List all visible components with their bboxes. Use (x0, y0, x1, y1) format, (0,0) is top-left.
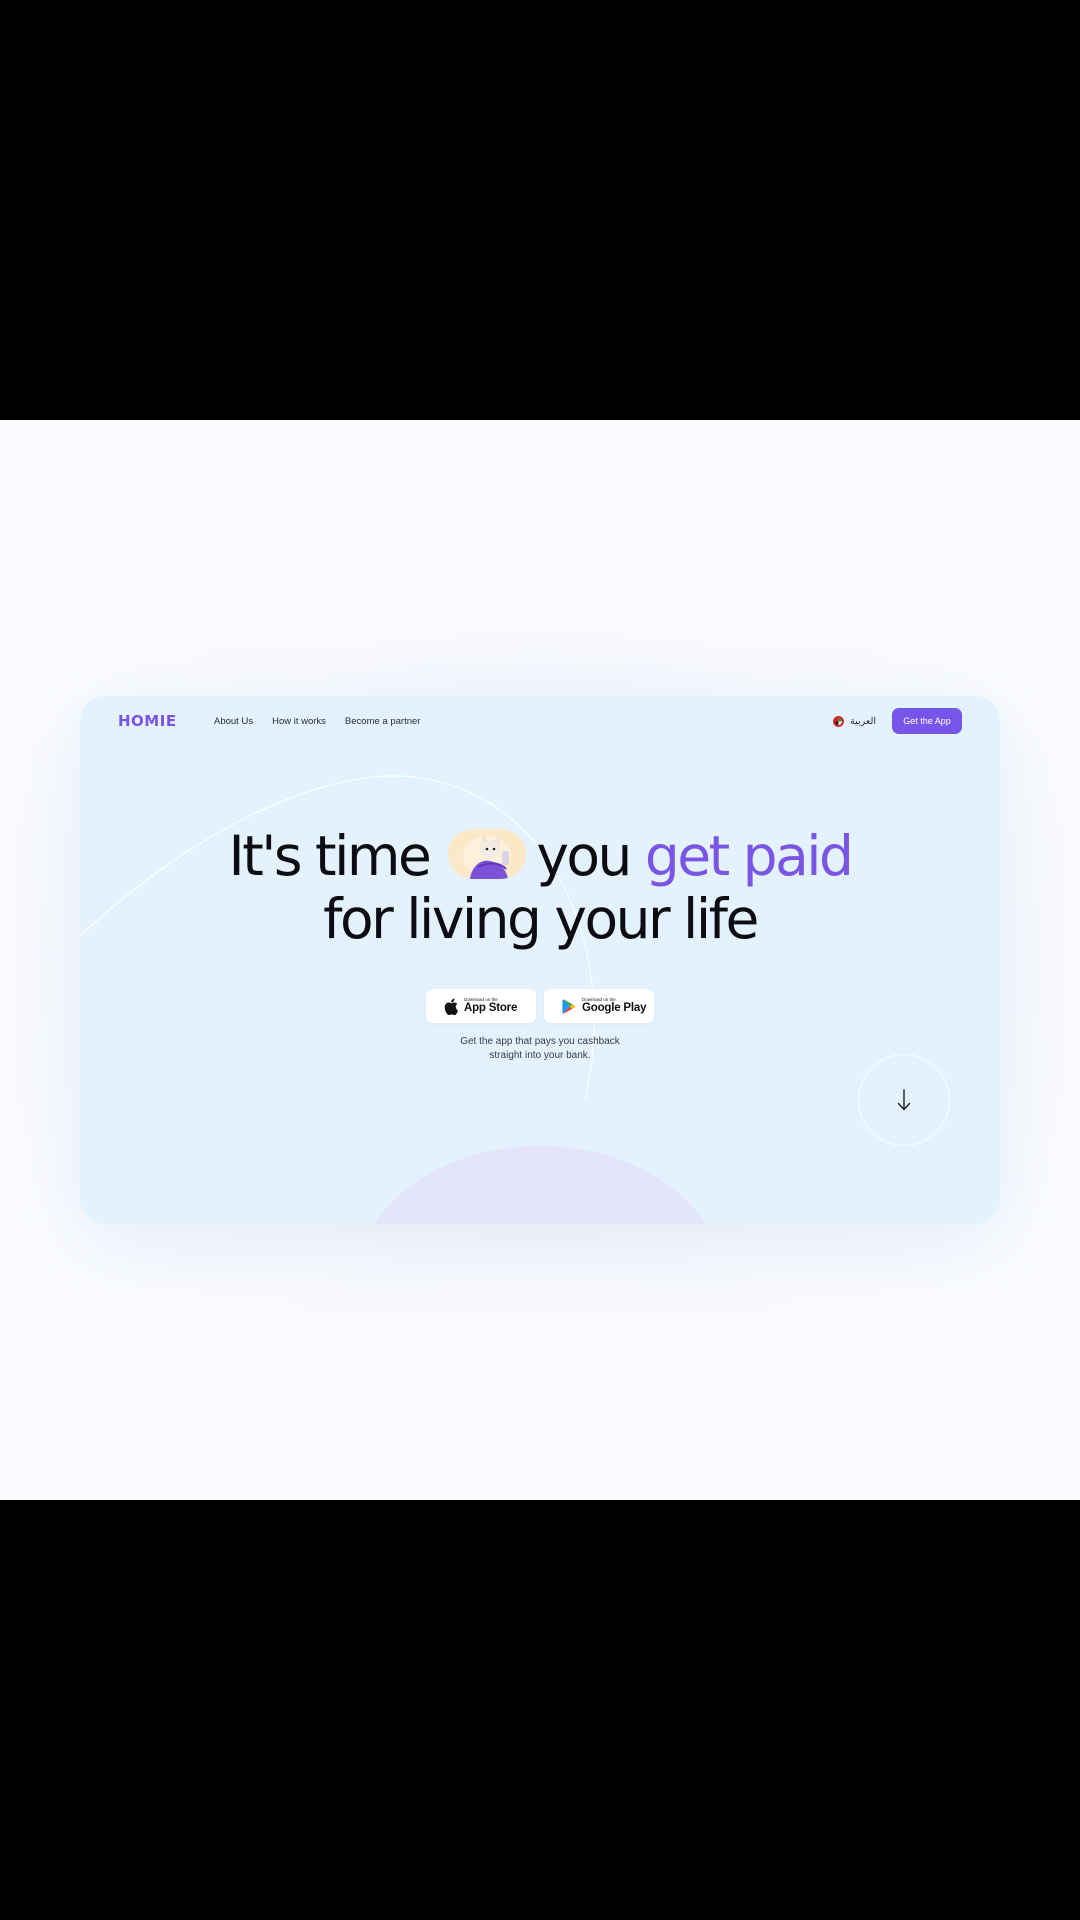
nav-link-become-partner[interactable]: Become a partner (345, 716, 421, 727)
language-label: العربية (850, 715, 876, 727)
store-buttons: Download on the App Store Download on th… (80, 989, 1000, 1023)
headline-text-its-time: It's time (228, 824, 432, 888)
scroll-down-button[interactable] (858, 1054, 950, 1146)
language-switcher[interactable]: العربية (833, 708, 876, 734)
google-play-label: Google Play (582, 1002, 647, 1014)
page-background: HOMIE About Us How it works Become a par… (0, 420, 1080, 1500)
headline-accent-get-paid: get paid (644, 824, 854, 888)
decorative-arc (360, 1146, 720, 1224)
decorative-lines (80, 775, 595, 1101)
tagline: Get the app that pays you cashback strai… (80, 1035, 1000, 1063)
apple-icon (444, 998, 458, 1015)
hero-card: HOMIE About Us How it works Become a par… (80, 696, 1000, 1224)
letterbox-top (0, 0, 1080, 420)
letterbox-bottom (0, 1500, 1080, 1920)
app-store-label: App Store (464, 1002, 518, 1014)
mascot-illustration (448, 829, 527, 879)
uae-flag-icon (833, 715, 845, 727)
tagline-line-2: straight into your bank. (489, 1050, 591, 1061)
google-play-button[interactable]: Download on the Google Play (544, 989, 654, 1023)
top-nav: HOMIE About Us How it works Become a par… (118, 708, 962, 734)
google-play-icon (562, 998, 576, 1014)
nav-link-how-it-works[interactable]: How it works (272, 716, 326, 727)
nav-links: About Us How it works Become a partner (214, 708, 420, 734)
homie-logo[interactable]: HOMIE (118, 708, 177, 734)
headline-line-1: It's time you get paid (80, 826, 1000, 886)
arrow-down-icon (897, 1089, 911, 1111)
app-store-button[interactable]: Download on the App Store (426, 989, 536, 1023)
headline-text-you: you (536, 824, 632, 888)
headline-line-2: for living your life (323, 887, 759, 951)
tagline-line-1: Get the app that pays you cashback (460, 1036, 620, 1047)
nav-link-about-us[interactable]: About Us (214, 716, 253, 727)
get-the-app-button[interactable]: Get the App (892, 708, 962, 734)
